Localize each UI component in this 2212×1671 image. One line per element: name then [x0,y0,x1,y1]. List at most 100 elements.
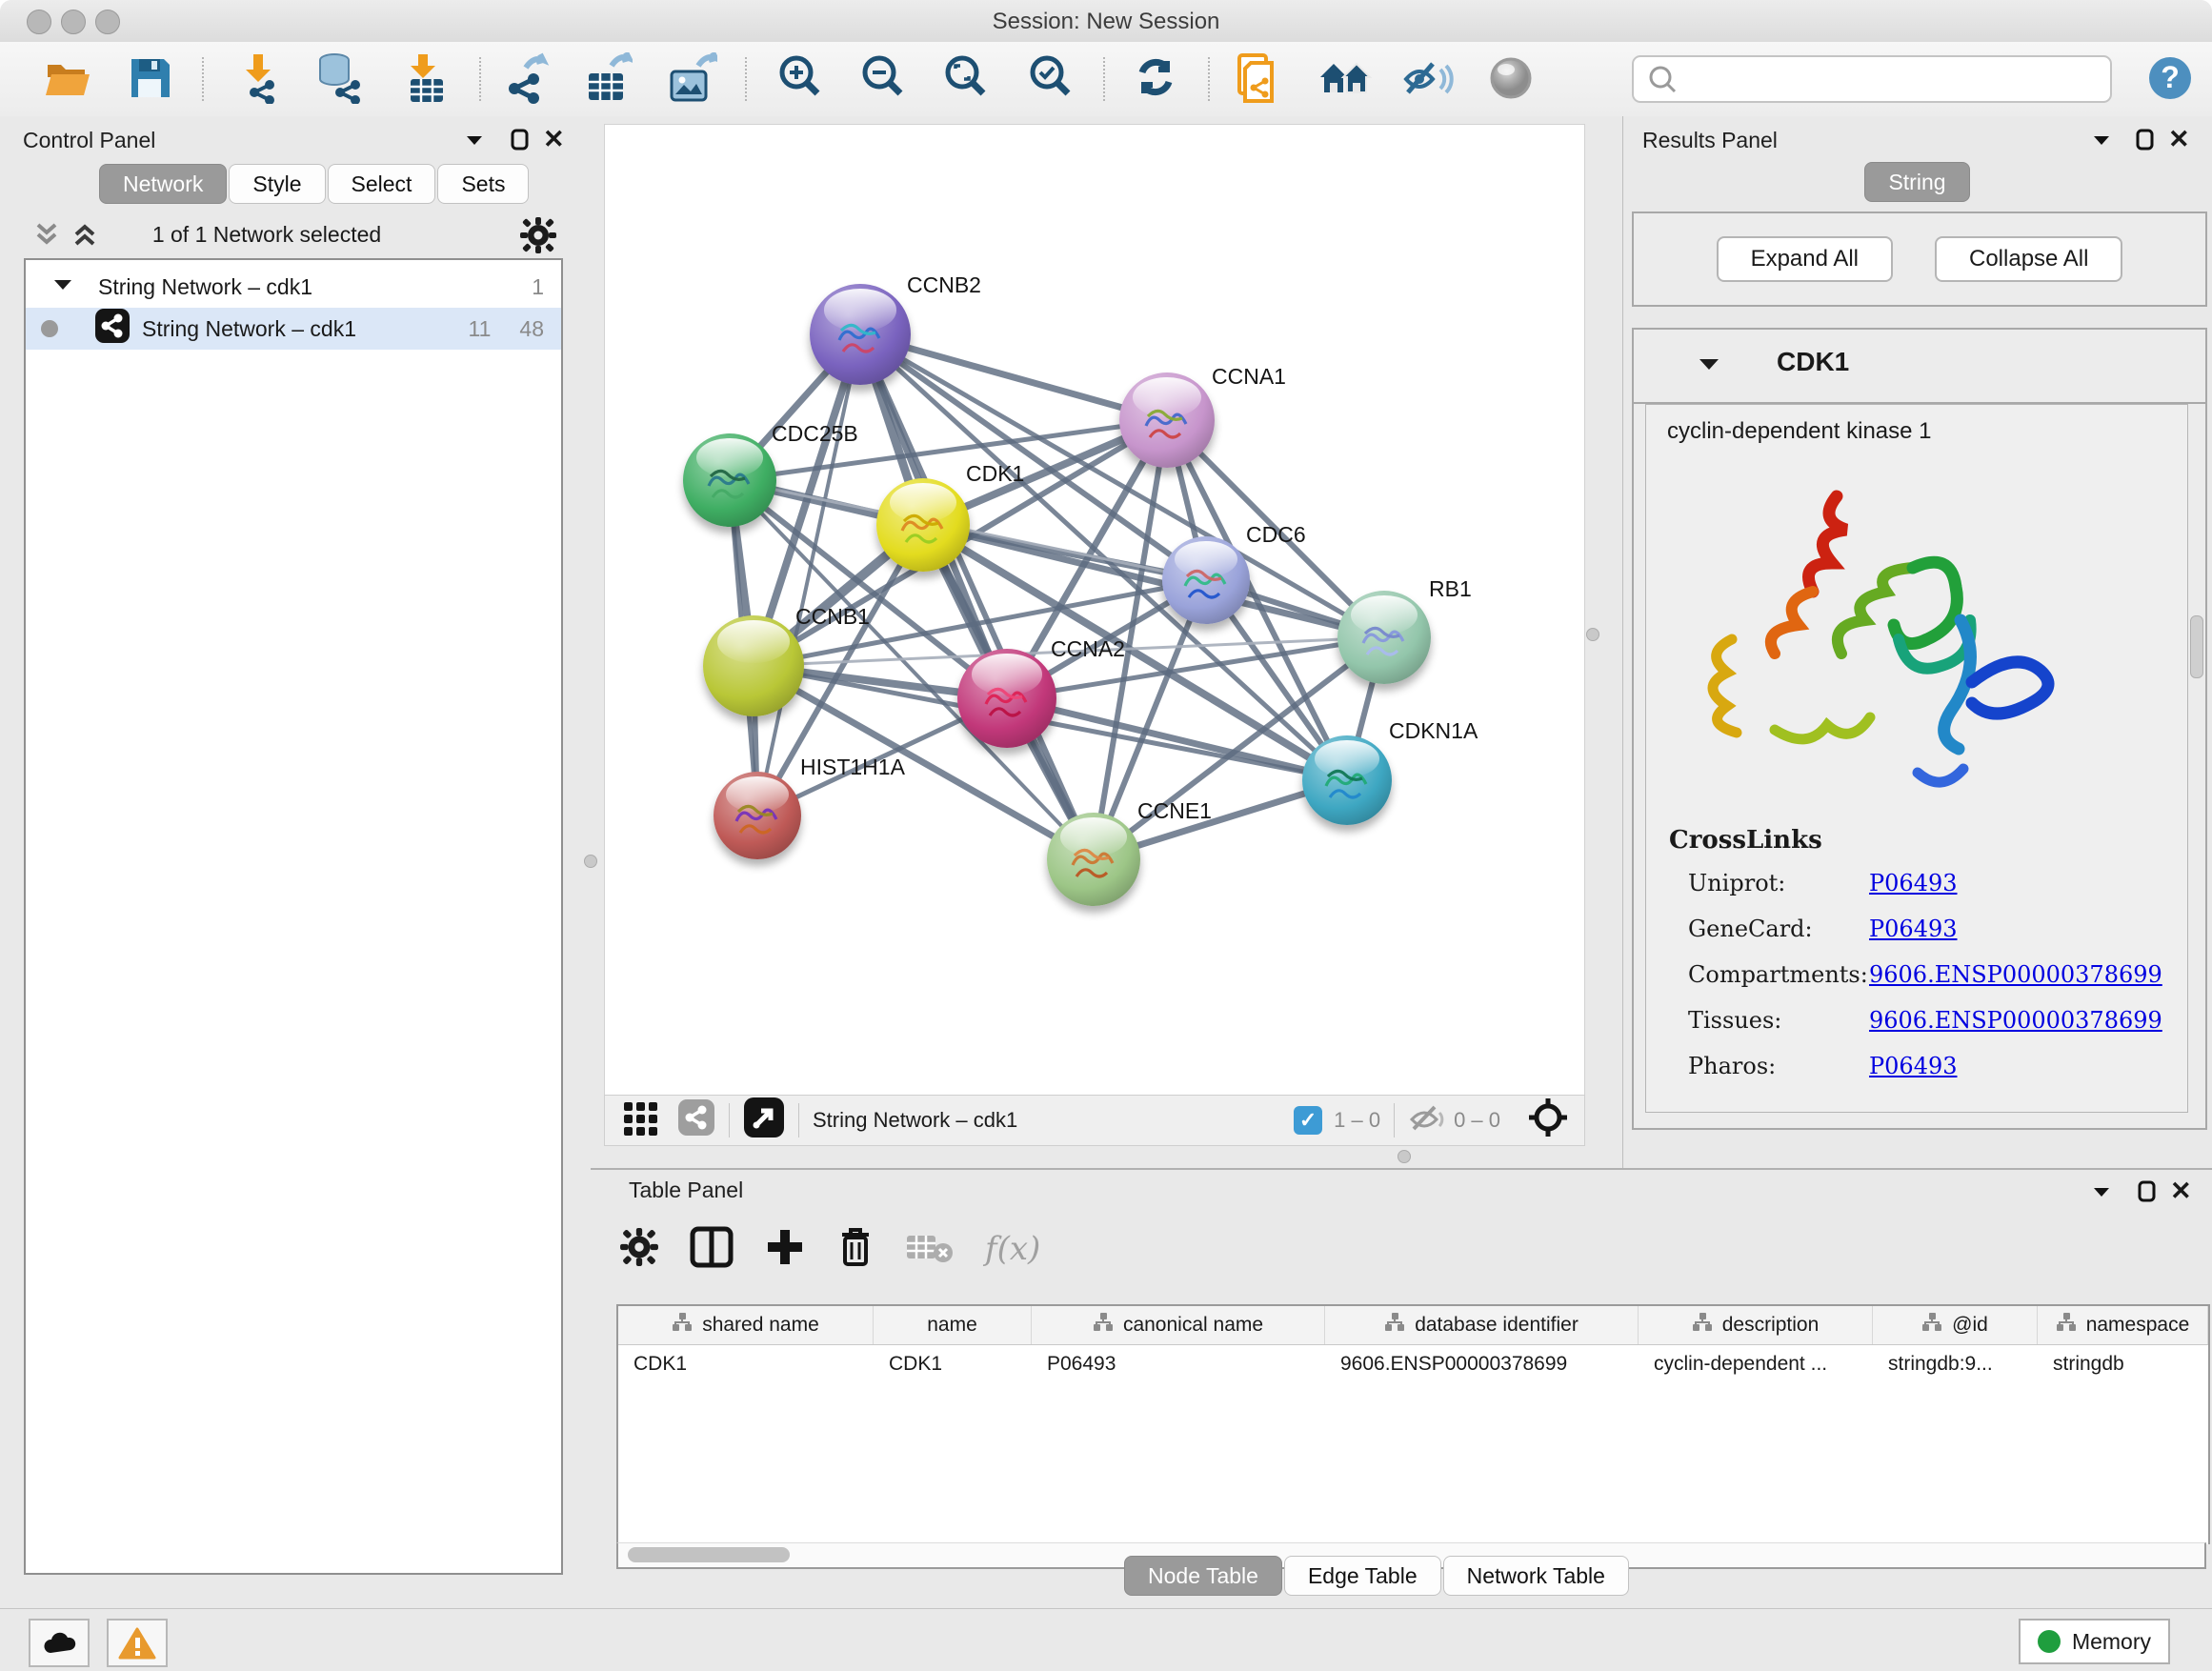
node-label-CDC25B: CDC25B [772,421,858,447]
entry-collapse-icon[interactable] [1696,354,1722,380]
network-snapshot-icon[interactable] [1233,51,1286,105]
table-panel-float-icon[interactable] [2134,1178,2161,1209]
tab-select[interactable]: Select [328,164,436,204]
results-scrollbar-thumb[interactable] [2190,615,2203,678]
node-CDC6[interactable] [1162,536,1250,624]
bottom-splitter-handle[interactable] [1398,1150,1411,1163]
results-panel-menu-icon[interactable] [2088,126,2115,157]
export-network-icon[interactable] [499,51,553,105]
crosslink-link[interactable]: P06493 [1869,1053,1958,1079]
node-CCNA1[interactable] [1119,372,1215,468]
export-image-icon[interactable] [665,51,718,105]
network-view-share-icon[interactable] [677,1098,715,1142]
column-header-canonical-name[interactable]: canonical name [1032,1306,1325,1344]
node-HIST1H1A[interactable] [714,772,801,859]
home-icon[interactable] [1318,51,1372,105]
tab-node-table[interactable]: Node Table [1124,1556,1282,1596]
selected-checkbox[interactable]: ✓ [1294,1106,1322,1135]
right-splitter-handle[interactable] [1586,628,1599,641]
node-CCNB2[interactable] [810,284,911,385]
crosslink-link[interactable]: P06493 [1869,870,1958,896]
warnings-button[interactable] [107,1619,168,1667]
node-RB1[interactable] [1337,591,1431,684]
table-panel-close-icon[interactable]: ✕ [2170,1177,2192,1206]
expand-all-button[interactable]: Expand All [1717,236,1893,282]
add-column-icon[interactable] [764,1226,806,1273]
memory-button[interactable]: Memory [2019,1619,2170,1664]
node-CDKN1A[interactable] [1302,735,1392,825]
left-splitter-handle[interactable] [584,855,597,868]
tab-style[interactable]: Style [229,164,325,204]
hide-panel-eye-icon[interactable] [1402,51,1456,105]
tab-network[interactable]: Network [99,164,227,204]
cell-namespace[interactable]: stringdb [2038,1345,2208,1383]
cell-canonical-name[interactable]: P06493 [1032,1345,1325,1383]
column-header-namespace[interactable]: namespace [2038,1306,2208,1344]
column-header-description[interactable]: description [1639,1306,1873,1344]
grid-view-icon[interactable] [622,1098,660,1142]
cell-description[interactable]: cyclin-dependent ... [1639,1345,1873,1383]
tab-network-table[interactable]: Network Table [1443,1556,1629,1596]
node-CCNE1[interactable] [1047,813,1140,906]
tab-edge-table[interactable]: Edge Table [1284,1556,1441,1596]
zoom-selected-icon[interactable] [1024,51,1077,105]
network-options-gear-icon[interactable] [519,216,557,259]
open-session-icon[interactable] [42,51,95,105]
gene-entry-header[interactable]: CDK1 [1634,330,2205,404]
edge-CCNB2-CCNE1[interactable] [860,334,1094,859]
table-hscrollbar-thumb[interactable] [628,1547,790,1562]
edge-CCNB2-HIST1H1A[interactable] [757,334,860,815]
node-label-CDK1: CDK1 [966,461,1024,487]
search-box[interactable] [1632,55,2112,103]
control-panel-close-icon[interactable]: ✕ [543,125,565,154]
import-network-database-icon[interactable] [312,51,366,105]
tab-sets[interactable]: Sets [437,164,529,204]
column-header-database-identifier[interactable]: database identifier [1325,1306,1639,1344]
results-panel-float-icon[interactable] [2132,126,2159,157]
birdseye-view-icon[interactable] [743,1097,785,1144]
inactive-eye-icon[interactable] [1484,51,1538,105]
delete-column-icon[interactable] [836,1225,875,1274]
network-row[interactable]: String Network – cdk1 11 48 [26,308,561,350]
cloud-button[interactable] [29,1619,90,1667]
zoom-fit-icon[interactable] [939,51,993,105]
column-header-shared-name[interactable]: shared name [618,1306,874,1344]
refresh-icon[interactable] [1129,51,1182,105]
export-table-icon[interactable] [581,51,634,105]
fit-selected-crosshair-icon[interactable] [1527,1097,1569,1144]
results-panel-close-icon[interactable]: ✕ [2168,125,2190,154]
search-input[interactable] [1687,66,2110,92]
cell-shared-name[interactable]: CDK1 [618,1345,874,1383]
cell-database-identifier[interactable]: 9606.ENSP00000378699 [1325,1345,1639,1383]
tab-string[interactable]: String [1864,162,1969,202]
network-collection-row[interactable]: String Network – cdk1 1 [26,266,561,308]
import-table-icon[interactable] [400,51,453,105]
crosslink-link[interactable]: P06493 [1869,916,1958,942]
control-panel-float-icon[interactable] [507,126,533,157]
node-CCNA2[interactable] [957,649,1056,748]
control-panel-menu-icon[interactable] [461,126,488,157]
node-CDK1[interactable] [876,478,970,572]
hidden-eye-icon[interactable] [1408,1101,1446,1139]
cell-name[interactable]: CDK1 [874,1345,1032,1383]
node-CDC25B[interactable] [683,433,776,527]
column-label: @id [1952,1314,1988,1337]
crosslink-label: GeneCard: [1688,916,1869,942]
collapse-all-button[interactable]: Collapse All [1935,236,2122,282]
zoom-in-icon[interactable] [774,51,827,105]
table-settings-gear-icon[interactable] [619,1227,659,1272]
node-CCNB1[interactable] [703,615,804,716]
column-header-name[interactable]: name [874,1306,1032,1344]
crosslink-link[interactable]: 9606.ENSP00000378699 [1869,1007,2162,1034]
help-button[interactable]: ? [2143,51,2197,105]
crosslink-link[interactable]: 9606.ENSP00000378699 [1869,961,2162,988]
column-header-id[interactable]: @id [1873,1306,2038,1344]
import-network-file-icon[interactable] [232,51,286,105]
cell-id[interactable]: stringdb:9... [1873,1345,2038,1383]
table-panel-menu-icon[interactable] [2088,1178,2115,1209]
show-columns-icon[interactable] [690,1226,734,1273]
zoom-out-icon[interactable] [856,51,910,105]
table-row[interactable]: CDK1CDK1P064939606.ENSP00000378699cyclin… [618,1345,2208,1383]
collection-expand-icon[interactable] [50,274,75,300]
save-session-icon[interactable] [124,51,177,105]
